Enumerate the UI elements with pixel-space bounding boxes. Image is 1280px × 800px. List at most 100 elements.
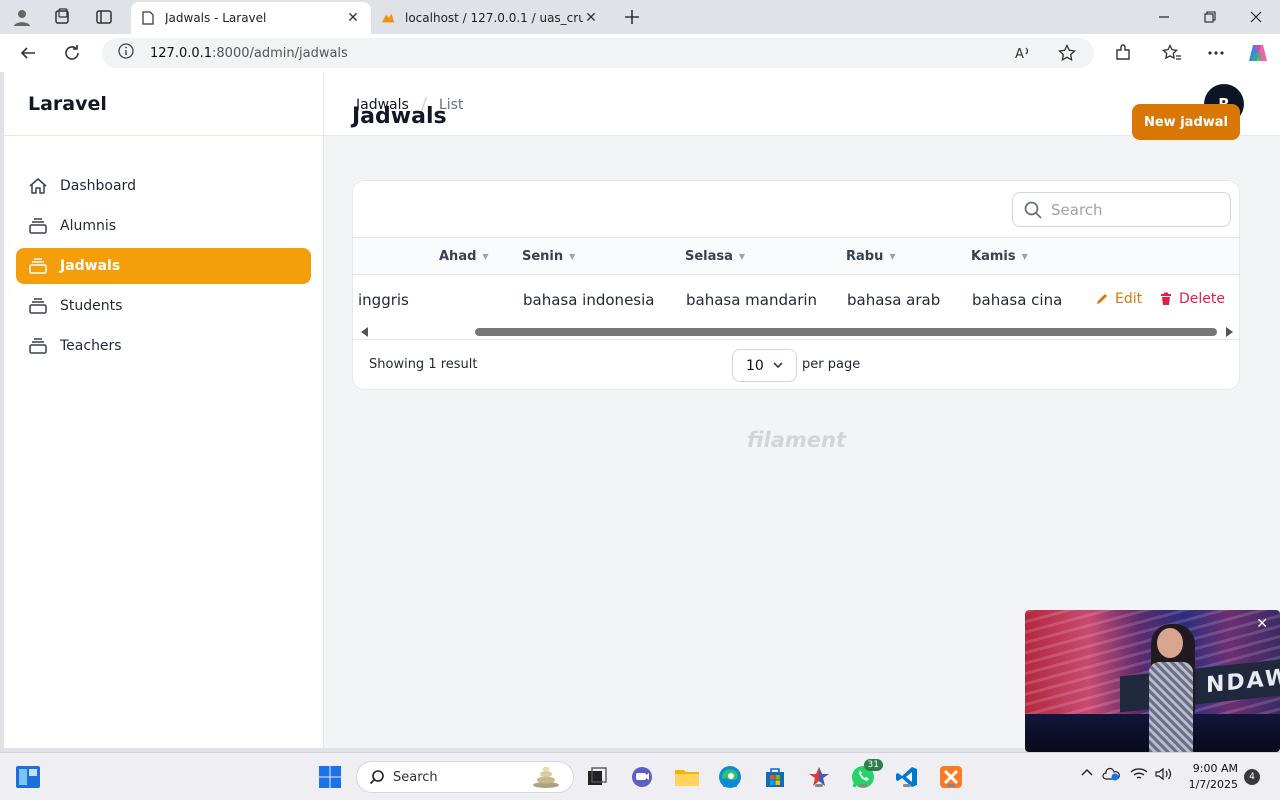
favorites-icon[interactable] xyxy=(1160,41,1184,65)
copilot-icon[interactable] xyxy=(1246,41,1270,65)
scroll-left-arrow-icon[interactable] xyxy=(361,327,368,337)
sidebar-item-jadwals[interactable]: Jadwals xyxy=(16,248,311,284)
column-label: Selasa xyxy=(685,249,733,264)
sidebar-item-teachers[interactable]: Teachers xyxy=(16,328,311,364)
search-box[interactable] xyxy=(1012,192,1231,227)
whatsapp-icon[interactable]: 31 xyxy=(849,759,883,791)
column-header-rabu[interactable]: Rabu ▼ xyxy=(846,249,896,264)
restore-icon[interactable] xyxy=(1199,6,1221,28)
table-card: Ahad ▼ Senin ▼ Selasa ▼ Rabu ▼ Kamis ▼ inggri… xyxy=(352,180,1240,390)
column-header-ahad[interactable]: Ahad ▼ xyxy=(439,249,489,264)
svg-text:A: A xyxy=(1015,47,1024,62)
volume-icon[interactable] xyxy=(1155,767,1173,781)
xampp-icon[interactable] xyxy=(937,763,965,791)
taskbar-search[interactable]: Search xyxy=(356,761,574,793)
cell-kamis: bahasa cina xyxy=(972,291,1063,309)
task-view-icon[interactable] xyxy=(583,763,611,791)
column-header-kamis[interactable]: Kamis ▼ xyxy=(971,249,1028,264)
back-icon[interactable] xyxy=(16,41,40,65)
workspaces-icon[interactable] xyxy=(48,5,76,29)
close-tab-icon[interactable]: ✕ xyxy=(583,10,599,26)
new-jadwal-button[interactable]: New jadwal xyxy=(1132,104,1240,140)
table-row[interactable]: inggris bahasa indonesia bahasa mandarin… xyxy=(353,275,1239,323)
url-field[interactable]: 127.0.0.1:8000/admin/jadwals A xyxy=(102,38,1094,68)
app-star-icon[interactable] xyxy=(805,763,833,791)
sidebar-item-label: Students xyxy=(60,298,123,314)
table-header: Ahad ▼ Senin ▼ Selasa ▼ Rabu ▼ Kamis ▼ xyxy=(353,238,1239,275)
url-path: :8000/admin/jadwals xyxy=(212,45,348,61)
scrollbar-thumb[interactable] xyxy=(475,328,1217,336)
tab-actions-icon[interactable] xyxy=(90,5,118,29)
start-menu-icon[interactable] xyxy=(316,763,344,791)
vscode-icon[interactable] xyxy=(893,763,921,791)
sort-chevron-icon: ▼ xyxy=(569,252,576,261)
new-tab-icon[interactable] xyxy=(618,5,646,29)
performer-dress xyxy=(1149,662,1193,752)
search-input[interactable] xyxy=(1051,200,1211,219)
address-toolbar: 127.0.0.1:8000/admin/jadwals A xyxy=(0,34,1280,72)
profile-icon[interactable] xyxy=(8,5,36,29)
close-tab-icon[interactable]: ✕ xyxy=(345,10,361,26)
url-host: 127.0.0.1 xyxy=(150,45,213,61)
edge-browser-icon[interactable] xyxy=(716,763,744,791)
column-header-senin[interactable]: Senin ▼ xyxy=(522,249,575,264)
result-count: Showing 1 result xyxy=(369,357,478,372)
edit-label: Edit xyxy=(1115,291,1143,307)
microsoft-store-icon[interactable] xyxy=(761,763,789,791)
sidebar-item-alumnis[interactable]: Alumnis xyxy=(16,208,311,244)
wifi-icon[interactable] xyxy=(1130,767,1148,781)
widgets-icon[interactable] xyxy=(14,763,42,791)
cell-selasa: bahasa mandarin xyxy=(686,291,818,309)
tab-title: Jadwals - Laravel xyxy=(165,11,267,25)
extensions-icon[interactable] xyxy=(1111,41,1135,65)
whatsapp-badge: 31 xyxy=(863,759,883,771)
tab-jadwals[interactable]: Jadwals - Laravel ✕ xyxy=(131,2,371,34)
video-overlay[interactable]: NDAW ✕ xyxy=(1025,610,1280,752)
system-clock[interactable]: 9:00 AM 1/7/2025 xyxy=(1184,761,1238,793)
scroll-right-arrow-icon[interactable] xyxy=(1226,327,1233,337)
edit-action[interactable]: Edit xyxy=(1095,291,1142,307)
close-window-icon[interactable] xyxy=(1245,6,1267,28)
read-aloud-icon[interactable]: A xyxy=(1014,38,1032,68)
sidebar-item-label: Alumnis xyxy=(60,218,117,234)
performer-head xyxy=(1157,628,1183,658)
column-label: Rabu xyxy=(846,249,884,264)
column-label: Ahad xyxy=(439,249,477,264)
sidebar-item-students[interactable]: Students xyxy=(16,288,311,324)
tab-title: localhost / 127.0.0.1 / uas_crud / j xyxy=(405,11,583,25)
running-indicator xyxy=(815,784,823,787)
running-indicator xyxy=(859,784,867,787)
phpmyadmin-icon xyxy=(381,11,395,25)
taskbar: Search 31 9:00 AM 1/7/2025 4 xyxy=(0,752,1280,800)
more-options-icon[interactable] xyxy=(1204,41,1228,65)
cell-rabu: bahasa arab xyxy=(847,291,941,309)
delete-label: Delete xyxy=(1179,291,1225,307)
horizontal-scrollbar[interactable] xyxy=(353,325,1239,339)
column-header-selasa[interactable]: Selasa ▼ xyxy=(685,249,745,264)
favorite-star-icon[interactable] xyxy=(1058,38,1076,68)
minimize-icon[interactable] xyxy=(1153,6,1175,28)
file-explorer-icon[interactable] xyxy=(673,763,701,791)
filament-logo: filament xyxy=(747,428,847,452)
table-toolbar xyxy=(353,181,1239,238)
notification-badge[interactable]: 4 xyxy=(1244,769,1260,785)
running-indicator xyxy=(903,784,911,787)
teams-chat-icon[interactable] xyxy=(628,763,656,791)
performer xyxy=(1135,624,1207,752)
per-page-select[interactable]: 10 xyxy=(732,349,797,382)
page-title: Jadwals xyxy=(352,104,447,129)
delete-action[interactable]: Delete xyxy=(1159,291,1225,307)
trash-icon xyxy=(1159,292,1173,306)
sidebar-nav: Dashboard Alumnis Jadwals Students Teach… xyxy=(4,136,323,364)
site-info-icon[interactable] xyxy=(118,43,136,63)
refresh-icon[interactable] xyxy=(60,41,84,65)
onedrive-icon[interactable] xyxy=(1102,767,1120,781)
sidebar-item-dashboard[interactable]: Dashboard xyxy=(16,168,311,204)
show-hidden-icons[interactable] xyxy=(1080,767,1094,777)
close-video-icon[interactable]: ✕ xyxy=(1256,616,1268,632)
cell-senin: bahasa indonesia xyxy=(523,291,655,309)
column-label: Kamis xyxy=(971,249,1016,264)
tab-phpmyadmin[interactable]: localhost / 127.0.0.1 / uas_crud / j ✕ xyxy=(371,2,609,34)
brand-logo[interactable]: Laravel xyxy=(4,72,323,136)
search-highlight-icon xyxy=(531,765,561,793)
